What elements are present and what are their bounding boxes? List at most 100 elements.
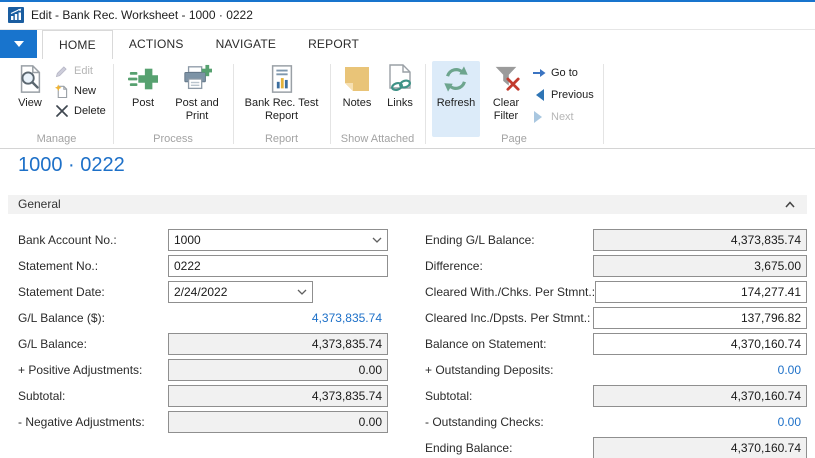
negative-adjustments-readonly-field: 0.00 xyxy=(168,411,388,433)
view-button[interactable]: View xyxy=(10,61,50,137)
general-section-label: General xyxy=(18,195,61,214)
links-button-label: Links xyxy=(387,97,413,110)
refresh-button[interactable]: Refresh xyxy=(432,61,480,137)
bank-rec-test-report-button-label: Bank Rec. Test Report xyxy=(236,97,327,123)
positive-adjustments-label: + Positive Adjustments: xyxy=(18,363,168,377)
field-control xyxy=(593,333,807,355)
bank-rec-test-report-button[interactable]: Bank Rec. Test Report xyxy=(236,61,327,137)
statement-no-label: Statement No.: xyxy=(18,259,168,273)
g-l-balance-label: G/L Balance: xyxy=(18,337,168,351)
subtotal-readonly-field: 4,373,835.74 xyxy=(168,385,388,407)
field-control: 4,370,160.74 xyxy=(593,437,807,458)
post-button-label: Post xyxy=(132,97,154,110)
field-row: + Outstanding Deposits:0.00 xyxy=(425,359,807,381)
post-and-print-button-label: Post and Print xyxy=(167,97,227,123)
tab-actions[interactable]: ACTIONS xyxy=(113,30,200,58)
field-control: 1000 xyxy=(168,229,388,251)
links-button[interactable]: Links xyxy=(380,61,420,137)
subtotal-readonly-field: 4,370,160.74 xyxy=(593,385,807,407)
post-button[interactable]: Post xyxy=(121,61,165,137)
field-row: Subtotal:4,370,160.74 xyxy=(425,385,807,407)
app-icon xyxy=(8,7,24,23)
statement-date-combobox[interactable]: 2/24/2022 xyxy=(168,281,313,303)
field-control xyxy=(593,307,807,329)
field-row: Balance on Statement: xyxy=(425,333,807,355)
outstanding-checks-drilldown-link[interactable]: 0.00 xyxy=(593,411,807,433)
edit-button: Edit xyxy=(54,62,106,80)
field-row: G/L Balance ($):4,373,835.74 xyxy=(18,307,388,329)
previous-arrow-icon xyxy=(531,89,546,101)
field-control: 3,675.00 xyxy=(593,255,807,277)
cleared-with-chks-per-stmnt-label: Cleared With./Chks. Per Stmnt.: xyxy=(425,285,595,299)
ribbon-menu-button[interactable] xyxy=(0,30,37,58)
notes-button-label: Notes xyxy=(343,97,372,110)
refresh-icon xyxy=(440,63,472,95)
bank-account-no-combobox[interactable]: 1000 xyxy=(168,229,388,251)
previous-button[interactable]: Previous xyxy=(531,85,594,105)
page-title: 1000 · 0222 xyxy=(18,154,125,177)
page-small-buttons: Go to Previous Next xyxy=(531,63,594,129)
field-control: 4,370,160.74 xyxy=(593,385,807,407)
delete-x-icon xyxy=(54,105,69,117)
field-row: G/L Balance:4,373,835.74 xyxy=(18,333,388,355)
dropdown-chevron-icon xyxy=(372,237,382,243)
field-row: Statement Date:2/24/2022 xyxy=(18,281,388,303)
general-fasttab-header[interactable]: General xyxy=(8,195,807,214)
field-row: Ending Balance:4,370,160.74 xyxy=(425,437,807,458)
tab-report[interactable]: REPORT xyxy=(292,30,375,58)
outstanding-checks-label: - Outstanding Checks: xyxy=(425,415,593,429)
notes-button[interactable]: Notes xyxy=(336,61,378,137)
tab-navigate[interactable]: NAVIGATE xyxy=(200,30,293,58)
delete-button[interactable]: Delete xyxy=(54,102,106,120)
next-arrow-icon xyxy=(531,111,546,123)
ending-g-l-balance-label: Ending G/L Balance: xyxy=(425,233,593,247)
dropdown-triangle-icon xyxy=(14,41,24,47)
new-button[interactable]: New xyxy=(54,82,106,100)
cleared-inc-dpsts-per-stmnt-input[interactable] xyxy=(593,307,807,329)
ribbon-group-page: Refresh Clear Filter Go to xyxy=(425,59,603,148)
clear-filter-icon xyxy=(490,63,522,95)
g-l-balance-readonly-field: 4,373,835.74 xyxy=(168,333,388,355)
outstanding-deposits-drilldown-link[interactable]: 0.00 xyxy=(593,359,807,381)
delete-button-label: Delete xyxy=(74,105,106,117)
new-document-icon xyxy=(54,84,69,98)
field-row: Cleared With./Chks. Per Stmnt.: xyxy=(425,281,807,303)
field-row: Ending G/L Balance:4,373,835.74 xyxy=(425,229,807,251)
ribbon-group-show-attached: Notes Links Show Attached xyxy=(330,59,425,148)
post-and-print-button[interactable]: Post and Print xyxy=(167,61,227,137)
dropdown-chevron-icon xyxy=(297,289,307,295)
g-l-balance-drilldown-link[interactable]: 4,373,835.74 xyxy=(168,307,388,329)
group-label-process: Process xyxy=(113,133,233,145)
difference-label: Difference: xyxy=(425,259,593,273)
manage-small-buttons: Edit New Delete xyxy=(54,62,106,122)
title-bar: Edit - Bank Rec. Worksheet - 1000 · 0222 xyxy=(0,2,815,30)
field-control xyxy=(168,255,388,277)
negative-adjustments-label: - Negative Adjustments: xyxy=(18,415,168,429)
statement-no-input[interactable] xyxy=(168,255,388,277)
field-row: Difference:3,675.00 xyxy=(425,255,807,277)
go-to-button[interactable]: Go to xyxy=(531,63,594,83)
field-row: Statement No.: xyxy=(18,255,388,277)
cleared-with-chks-per-stmnt-input[interactable] xyxy=(595,281,807,303)
balance-on-statement-label: Balance on Statement: xyxy=(425,337,593,351)
edit-button-label: Edit xyxy=(74,65,93,77)
links-icon xyxy=(384,63,416,95)
collapse-chevron-icon[interactable] xyxy=(785,201,795,208)
ribbon-tabs: HOME ACTIONS NAVIGATE REPORT xyxy=(42,30,375,59)
statement-date-label: Statement Date: xyxy=(18,285,168,299)
tab-home[interactable]: HOME xyxy=(42,30,113,59)
edit-pencil-icon xyxy=(54,65,69,78)
group-separator xyxy=(603,64,604,144)
field-row: Cleared Inc./Dpsts. Per Stmnt.: xyxy=(425,307,807,329)
general-right-column: Ending G/L Balance:4,373,835.74 Differenc… xyxy=(425,229,807,458)
view-icon xyxy=(14,63,46,95)
go-to-arrow-icon xyxy=(531,68,546,78)
post-icon xyxy=(127,63,159,95)
general-left-column: Bank Account No.:1000Statement No.:State… xyxy=(18,229,388,437)
window-title: Edit - Bank Rec. Worksheet - 1000 · 0222 xyxy=(31,2,253,29)
balance-on-statement-input[interactable] xyxy=(593,333,807,355)
next-button: Next xyxy=(531,107,594,127)
clear-filter-button[interactable]: Clear Filter xyxy=(483,61,529,137)
field-control: 0.00 xyxy=(593,359,807,381)
field-row: + Positive Adjustments:0.00 xyxy=(18,359,388,381)
